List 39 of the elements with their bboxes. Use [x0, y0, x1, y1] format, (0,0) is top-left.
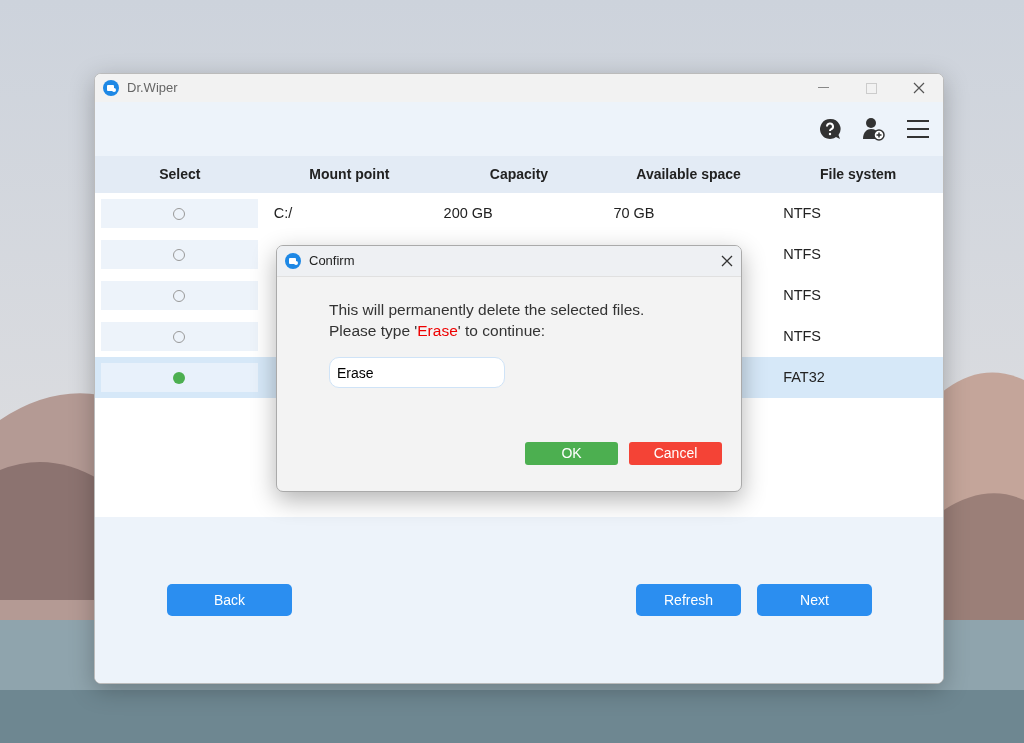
select-cell[interactable]	[101, 363, 258, 392]
select-cell[interactable]	[101, 322, 258, 351]
back-button[interactable]: Back	[167, 584, 292, 616]
column-header: Available space	[636, 165, 741, 184]
input-field[interactable]: Erase	[329, 357, 505, 388]
column-header: Select	[159, 165, 201, 184]
maximize-icon	[865, 82, 877, 94]
table-cell-text: C:/	[273, 203, 293, 223]
add-user-icon[interactable]	[863, 117, 885, 141]
dialog-title: Confirm	[309, 252, 355, 271]
next-button[interactable]: Next	[757, 584, 872, 616]
table-cell-text: FAT32	[783, 367, 825, 387]
close-icon	[721, 255, 733, 267]
dialog-message: This will permanently delete the selected files.	[329, 300, 646, 320]
column-header: File system	[820, 165, 897, 184]
table-cell-text: NTFS	[783, 244, 822, 264]
menu-icon[interactable]	[907, 120, 929, 138]
table-cell-text: 70 GB	[613, 203, 655, 223]
app-logo-icon	[285, 253, 301, 269]
close-button[interactable]	[721, 255, 733, 267]
refresh-button[interactable]: Refresh	[636, 584, 741, 616]
table-cell-text: 200 GB	[443, 203, 493, 223]
ok-button[interactable]: OK	[525, 442, 618, 465]
cancel-button[interactable]: Cancel	[629, 442, 722, 465]
close-icon	[913, 82, 925, 94]
minimize-icon	[817, 87, 829, 89]
dialog-prompt: Please type 'Erase' to continue:	[329, 321, 547, 341]
table-cell-text: NTFS	[783, 203, 822, 223]
column-header: Capacity	[489, 165, 549, 184]
table-cell-text: NTFS	[783, 285, 822, 305]
radio-button[interactable]	[173, 371, 186, 384]
column-header: Mount point	[309, 165, 390, 184]
table-cell-text: NTFS	[783, 326, 822, 346]
select-cell[interactable]	[101, 199, 258, 228]
window-title: Dr.Wiper	[127, 79, 178, 98]
help-icon[interactable]	[819, 118, 841, 140]
select-cell[interactable]	[101, 281, 258, 310]
app-logo-icon	[103, 80, 119, 96]
select-cell[interactable]	[101, 240, 258, 269]
